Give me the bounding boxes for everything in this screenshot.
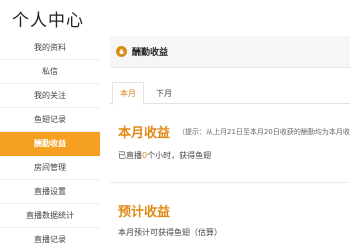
main-content: 酬勤收益 本月 下月 本月收益 （提示：从上月21日至本月20日收获的酬勤均为本… [110,36,350,250]
current-month-hint: （提示：从上月21日至本月20日收获的酬勤均为本月收益， [178,128,350,136]
sidebar-item-fin-records[interactable]: 鱼翅记录 [0,108,100,132]
sidebar-item-messages[interactable]: 私信 [0,60,100,84]
section-divider [110,182,350,183]
content-header-title: 酬勤收益 [132,48,169,58]
sidebar-item-live-statistics[interactable]: 直播数据统计 [0,204,100,228]
live-status-text: 已直播0个小时，获得鱼翅 [118,150,211,161]
live-status-suffix: 个小时，获得鱼翅 [147,151,212,160]
tab-this-month[interactable]: 本月 [112,82,144,105]
sidebar-item-room-management[interactable]: 房间管理 [0,156,100,180]
month-tabs: 本月 下月 [110,82,350,105]
forecast-earnings-text: 本月预计可获得鱼翅（估算） [118,228,222,237]
live-status-prefix: 已直播 [118,151,142,160]
sidebar-item-live-records[interactable]: 直播记录 [0,228,100,250]
tab-next-month[interactable]: 下月 [148,82,180,104]
content-header: 酬勤收益 [110,36,350,68]
sidebar-item-follows[interactable]: 我的关注 [0,84,100,108]
sidebar-item-live-settings[interactable]: 直播设置 [0,180,100,204]
forecast-earnings-title: 预计收益 [118,205,171,220]
page-title: 个人中心 [12,11,84,31]
sidebar: 我的资料 私信 我的关注 鱼翅记录 酬勤收益 房间管理 直播设置 直播数据统计 … [0,36,100,250]
current-month-earnings-title: 本月收益 [118,126,171,141]
sidebar-item-profile[interactable]: 我的资料 [0,36,100,60]
money-bag-icon [116,46,127,57]
sidebar-item-earnings[interactable]: 酬勤收益 [0,132,100,156]
